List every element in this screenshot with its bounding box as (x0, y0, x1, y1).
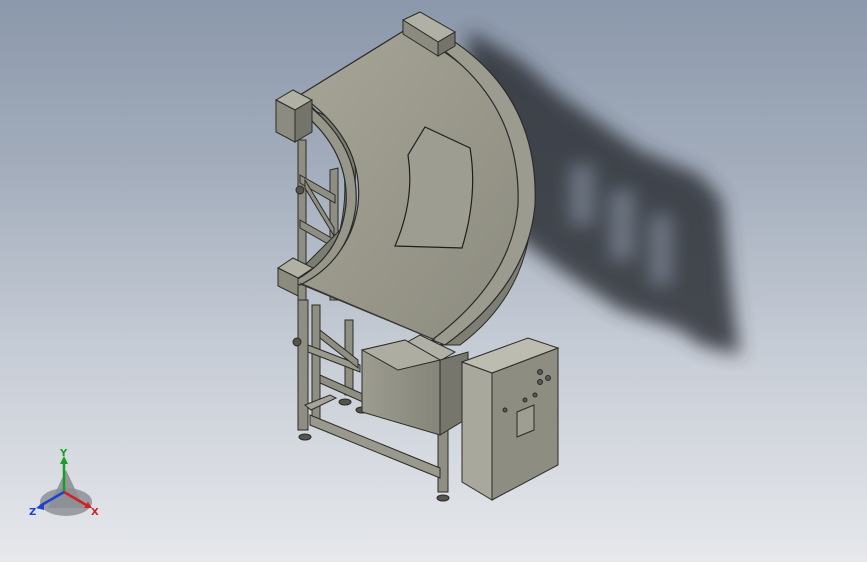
triad-label-z: Z (29, 507, 36, 518)
indicator-light (537, 379, 543, 385)
leveling-foot (338, 398, 352, 406)
view-orientation-triad-icon[interactable]: Y X Z (28, 448, 104, 520)
leveling-foot (292, 337, 302, 347)
triad-label-x: X (91, 507, 99, 518)
triad-label-y: Y (59, 448, 68, 459)
leveling-foot (436, 494, 450, 502)
control-button (522, 397, 528, 403)
indicator-light (545, 375, 551, 381)
leveling-foot (298, 433, 312, 441)
triad-cone (48, 470, 84, 508)
control-button (502, 407, 508, 413)
conveyor-model-view[interactable] (0, 0, 867, 562)
indicator-light (537, 369, 543, 375)
graphics-viewport[interactable]: Y X Z (0, 0, 867, 562)
control-button (532, 392, 538, 398)
leveling-foot (295, 185, 305, 195)
leg-rear-left (297, 299, 309, 431)
control-cabinet (460, 337, 560, 501)
cabinet-side (461, 361, 493, 501)
